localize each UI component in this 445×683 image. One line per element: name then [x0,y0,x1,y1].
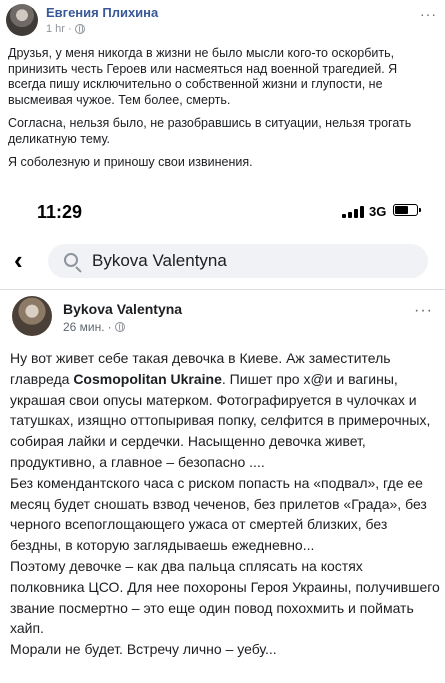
inner-post-menu-icon[interactable]: ··· [414,302,433,320]
inner-post-paragraph: Морали не будет. Встречу лично – уебу... [10,641,277,658]
post-paragraph: Я соболезную и приношу свои извинения. [8,155,253,169]
search-value: Bykova Valentyna [92,251,227,270]
post-time[interactable]: 1 hr [46,23,65,35]
inner-author-name[interactable]: Bykova Valentyna [63,301,182,317]
search-row: ‹ Bykova Valentyna [0,238,445,286]
inner-post-paragraph: Ну вот живет себе такая девочка в Киеве.… [10,348,440,473]
author-avatar[interactable] [6,4,38,36]
signal-icon [342,206,364,218]
post-meta: 1 hr · [46,23,85,35]
inner-post-paragraph: Без комендантского часа с риском попасть… [10,474,427,554]
inner-post-meta: 26 мин. · [63,320,125,334]
globe-icon[interactable] [114,322,125,332]
status-bar: 11:29 3G [0,188,445,236]
globe-icon[interactable] [74,24,85,34]
meta-separator: · [67,23,72,35]
brand-name: Cosmopolitan Ukraine [73,370,222,387]
inner-post-time[interactable]: 26 мин. [63,320,105,334]
post-paragraph: Согласна, нельзя было, не разобравшись в… [8,116,412,146]
inner-post-header: Bykova Valentyna 26 мин. · ··· [0,292,445,342]
inner-meta-separator: · [107,320,112,334]
search-input[interactable]: Bykova Valentyna [48,244,428,278]
inner-post-body: Ну вот живет себе такая девочка в Киеве.… [10,348,440,660]
inner-author-avatar[interactable] [12,296,52,336]
post-header: Евгения Плихина 1 hr · ··· [4,3,441,39]
divider [0,289,445,290]
inner-post-paragraph: Поэтому девочке – как два пальца сплясат… [10,557,440,637]
post-body: Друзья, у меня никогда в жизни не было м… [8,46,438,179]
post-paragraph: Друзья, у меня никогда в жизни не было м… [8,46,398,107]
search-icon [64,253,78,267]
back-icon[interactable]: ‹ [14,246,23,274]
embedded-screenshot: 11:29 3G ‹ Bykova Valentyna Bykova Valen… [0,188,445,683]
post-menu-icon[interactable]: ··· [420,6,437,22]
status-time: 11:29 [37,202,83,222]
author-name[interactable]: Евгения Плихина [46,5,158,20]
network-type: 3G [369,204,387,219]
battery-icon [393,204,421,216]
